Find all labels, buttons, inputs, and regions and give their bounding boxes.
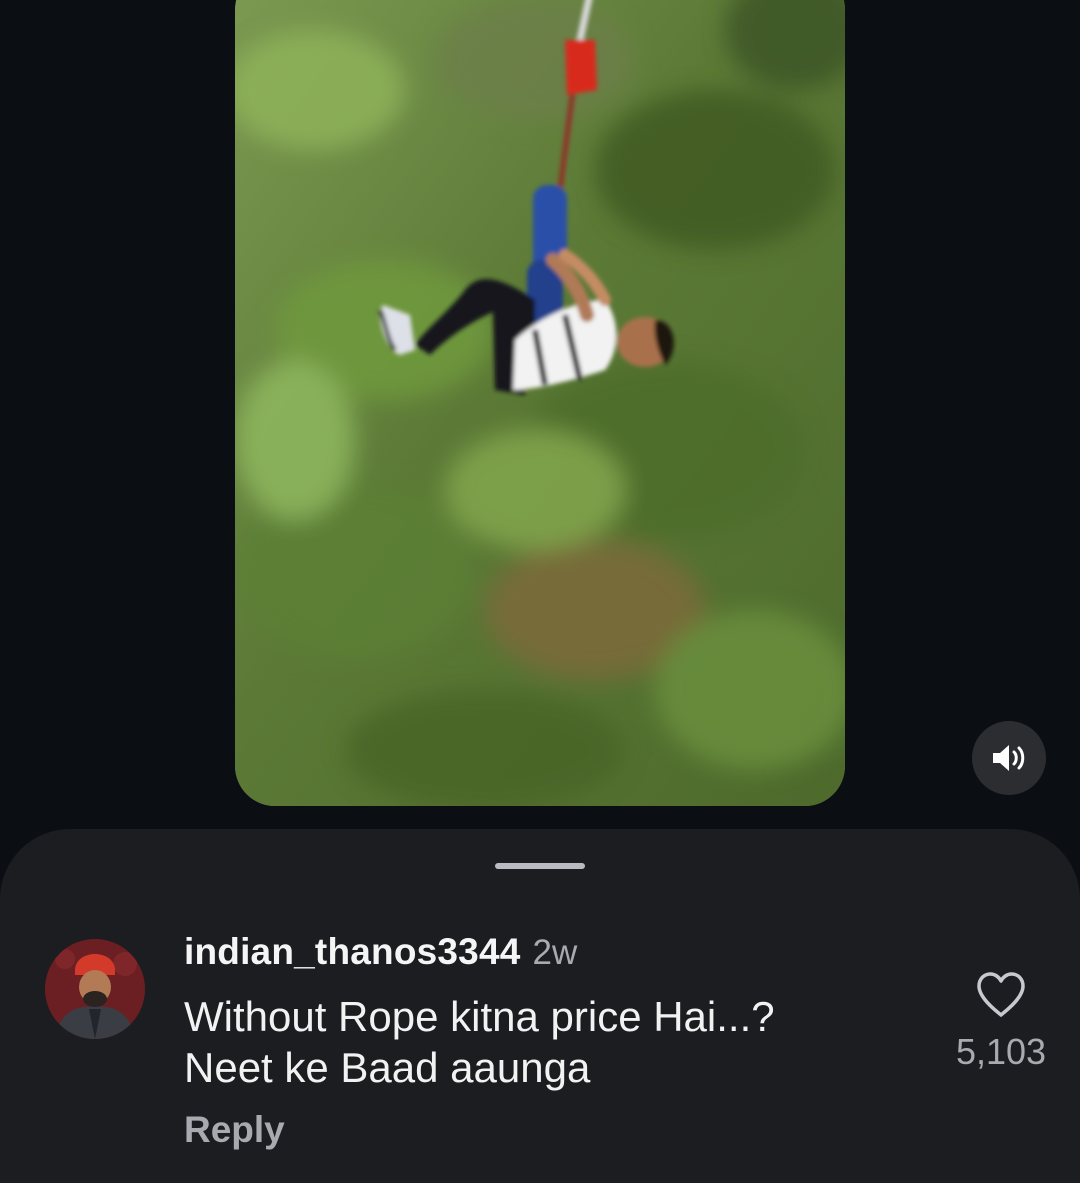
like-count: 5,103 [955,1031,1047,1072]
comment-timestamp: 2w [532,933,578,972]
reply-button[interactable]: Reply [184,1109,285,1151]
comment-username[interactable]: indian_thanos3344 [184,931,521,972]
user-avatar-image [45,939,145,1039]
avatar[interactable] [45,939,145,1039]
heart-outline-icon [977,972,1025,1017]
comment-text-line-1: Without Rope kitna price Hai...? [184,993,775,1040]
comment-header: indian_thanos3344 2w [184,931,577,973]
video-player[interactable] [235,0,845,806]
comment-item: indian_thanos3344 2w Without Rope kitna p… [0,829,1080,1183]
video-frame [235,0,845,806]
comments-sheet: indian_thanos3344 2w Without Rope kitna p… [0,829,1080,1183]
reel-screen: indian_thanos3344 2w Without Rope kitna p… [0,0,1080,1183]
mute-toggle-button[interactable] [972,721,1046,795]
like-button[interactable] [975,971,1027,1019]
speaker-sound-icon [993,745,1025,771]
comment-text-line-2: Neet ke Baad aaunga [184,1044,591,1091]
comment-body: Without Rope kitna price Hai...? Neet ke… [184,991,884,1093]
